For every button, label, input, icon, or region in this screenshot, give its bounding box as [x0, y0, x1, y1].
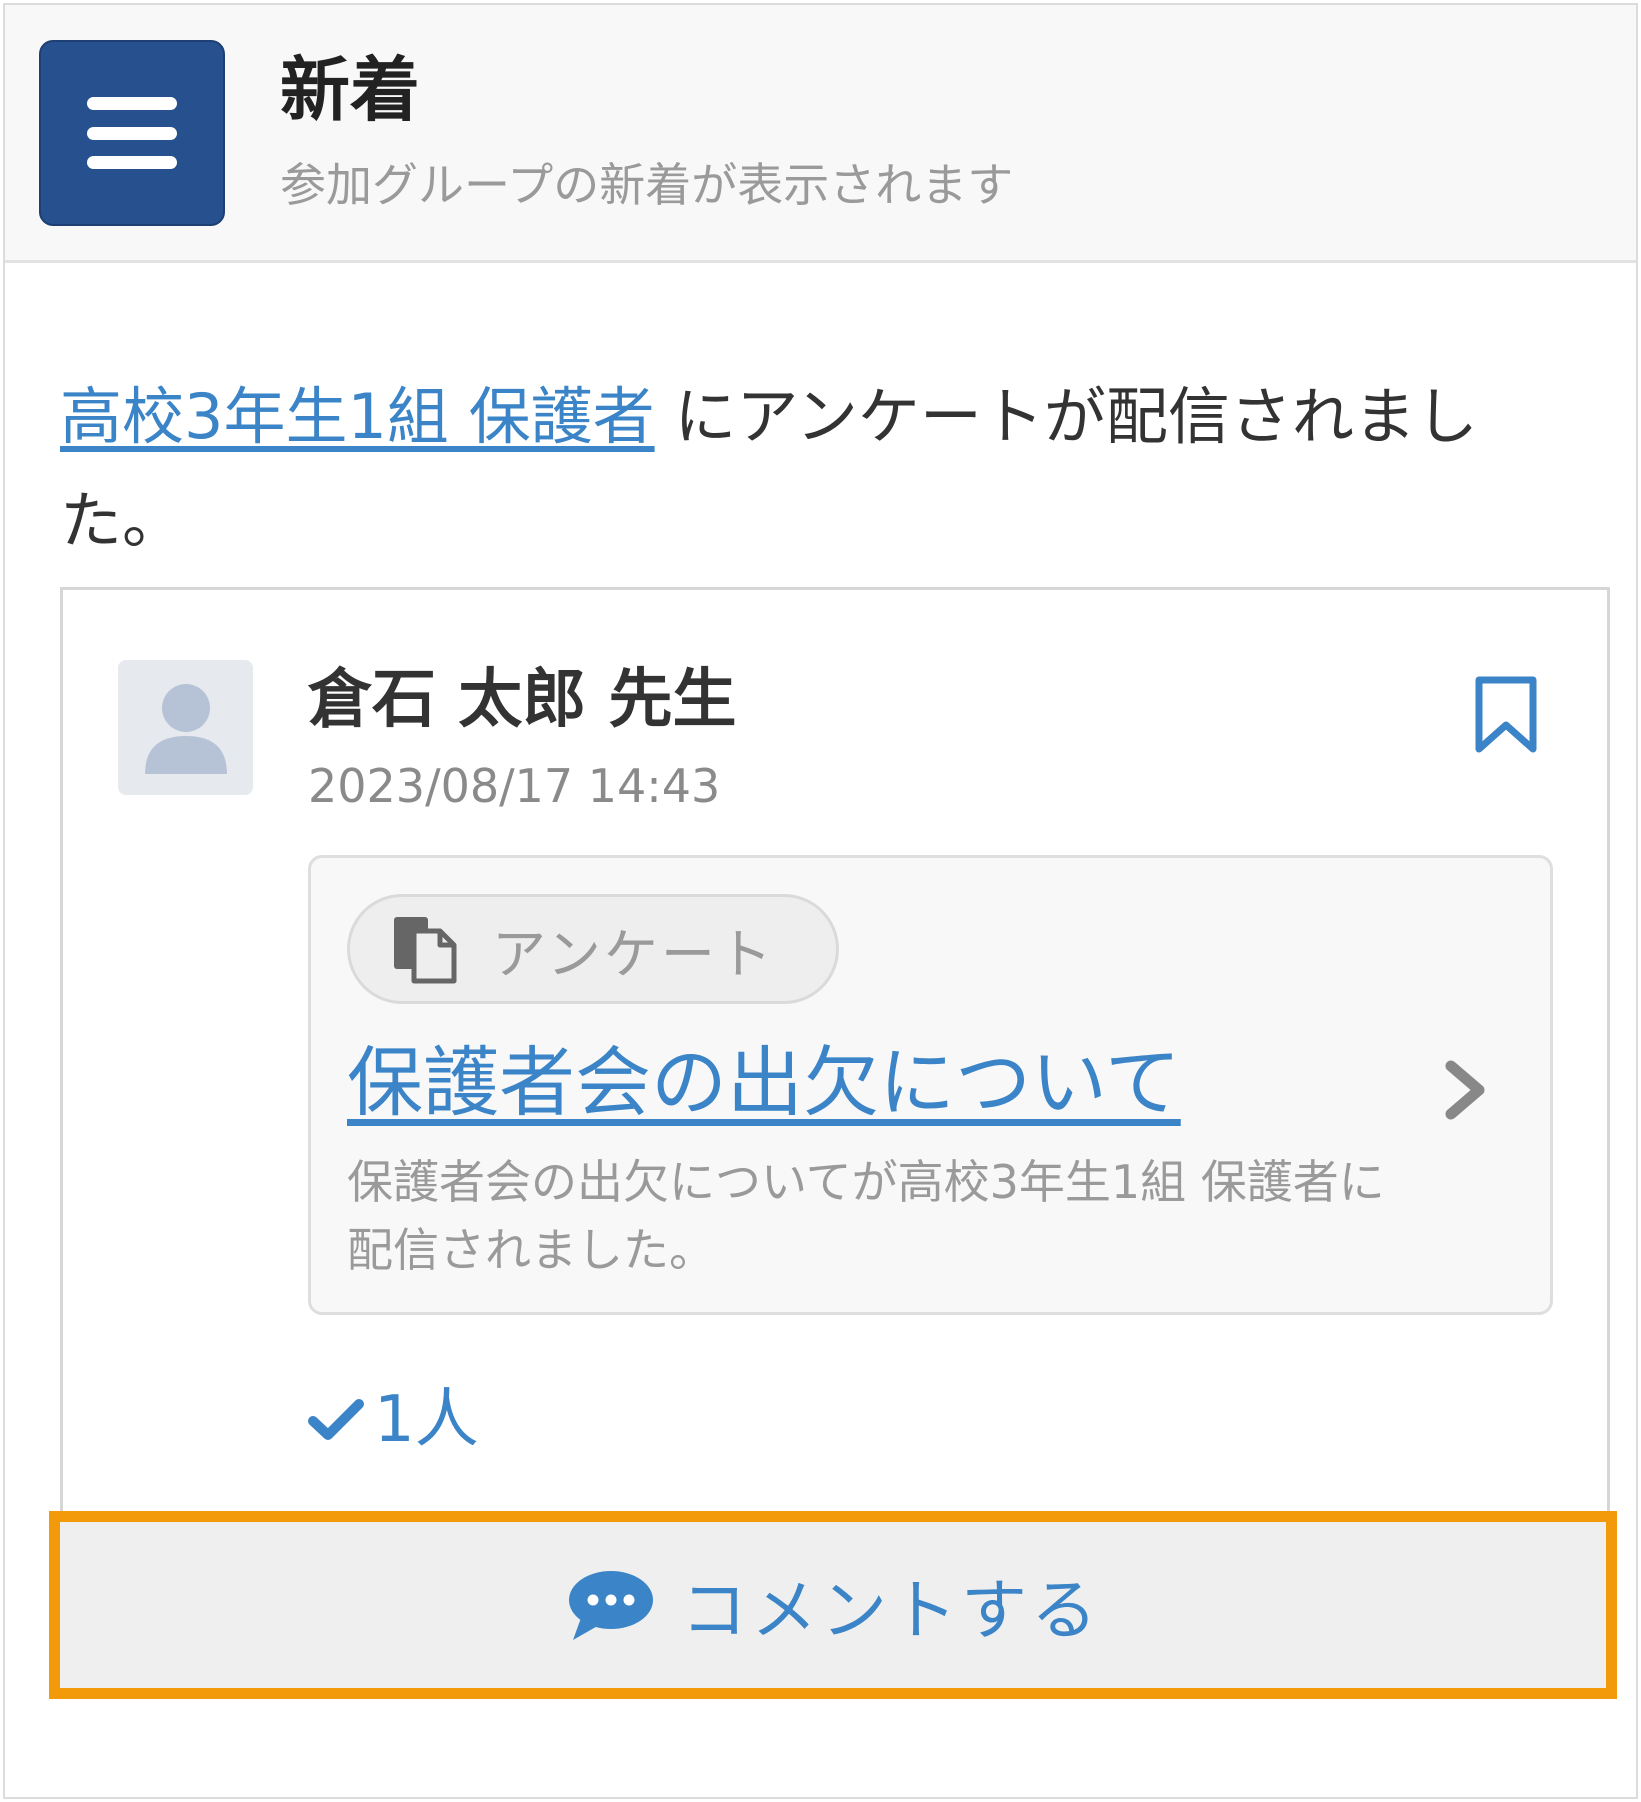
post-timestamp: 2023/08/17 14:43	[308, 759, 721, 813]
menu-button[interactable]	[39, 40, 225, 226]
read-reaction[interactable]: 1人	[308, 1380, 479, 1460]
survey-tag-label: アンケート	[492, 922, 775, 986]
document-copy-icon	[394, 917, 457, 984]
feed-notice: 高校3年生1組 保護者 にアンケートが配信されました。	[60, 365, 1600, 573]
comment-button[interactable]: コメントする	[49, 1511, 1617, 1699]
avatar	[118, 660, 253, 795]
speech-bubble-icon	[569, 1571, 653, 1640]
survey-title-link[interactable]: 保護者会の出欠について	[347, 1028, 1181, 1138]
hamburger-menu-icon	[87, 97, 177, 169]
group-link[interactable]: 高校3年生1組 保護者	[60, 380, 655, 453]
page-subtitle: 参加グループの新着が表示されます	[280, 158, 1014, 212]
chevron-right-icon	[1445, 1060, 1485, 1120]
page-header: 新着 参加グループの新着が表示されます	[5, 5, 1636, 263]
user-silhouette-icon	[144, 683, 227, 774]
author-name: 倉石 太郎 先生	[308, 663, 737, 737]
app-frame: 新着 参加グループの新着が表示されます 高校3年生1組 保護者 にアンケートが配…	[3, 3, 1638, 1799]
checkmark-icon	[308, 1399, 364, 1440]
page-title: 新着	[280, 49, 420, 131]
reaction-count: 1人	[374, 1383, 479, 1457]
post-card: 倉石 太郎 先生 2023/08/17 14:43 アンケート 保護者会の出欠に…	[60, 587, 1610, 1587]
survey-tag: アンケート	[347, 894, 839, 1004]
bookmark-icon[interactable]	[1473, 675, 1539, 755]
survey-description: 保護者会の出欠についてが高校3年生1組 保護者に配信されました。	[347, 1155, 1385, 1277]
survey-attachment[interactable]: アンケート 保護者会の出欠について 保護者会の出欠についてが高校3年生1組 保護…	[308, 855, 1553, 1315]
comment-button-label: コメントする	[681, 1572, 1101, 1649]
